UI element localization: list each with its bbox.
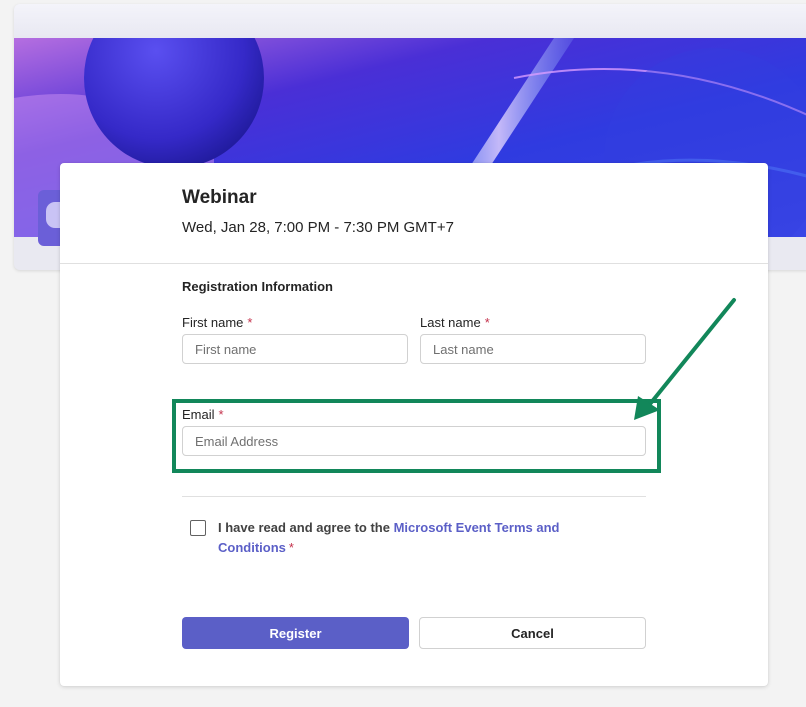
annotation-arrow-icon <box>634 298 736 420</box>
registration-page: Webinar Wed, Jan 28, 7:00 PM - 7:30 PM G… <box>0 0 806 707</box>
